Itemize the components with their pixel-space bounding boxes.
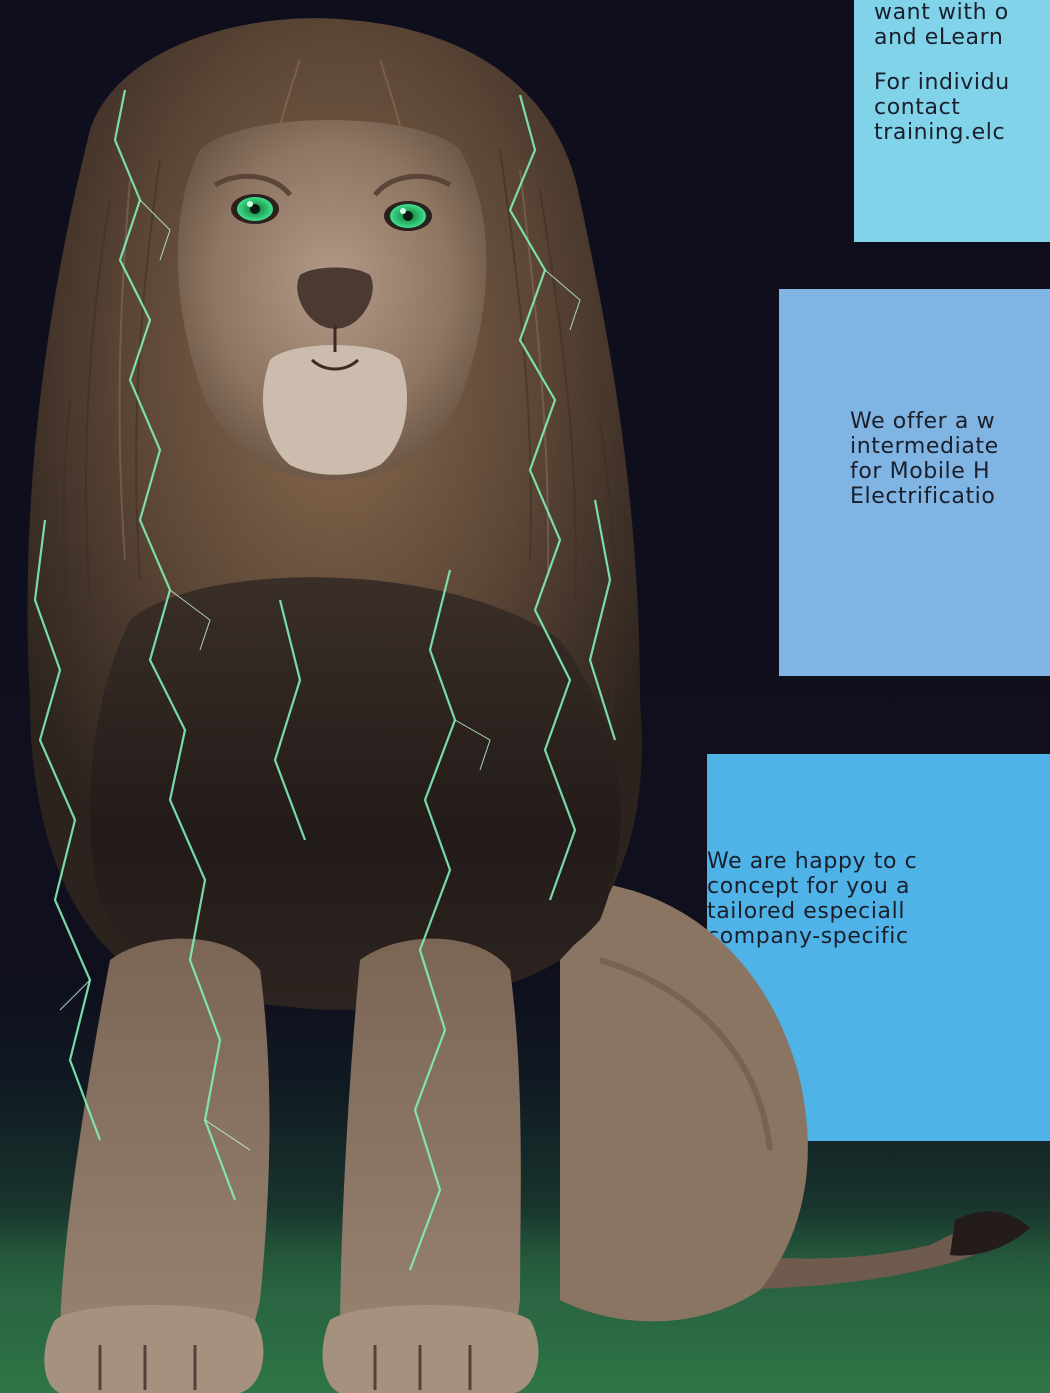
lion-illustration bbox=[27, 18, 1030, 1393]
page: want with o and eLearn For individu cont… bbox=[0, 0, 1050, 1393]
